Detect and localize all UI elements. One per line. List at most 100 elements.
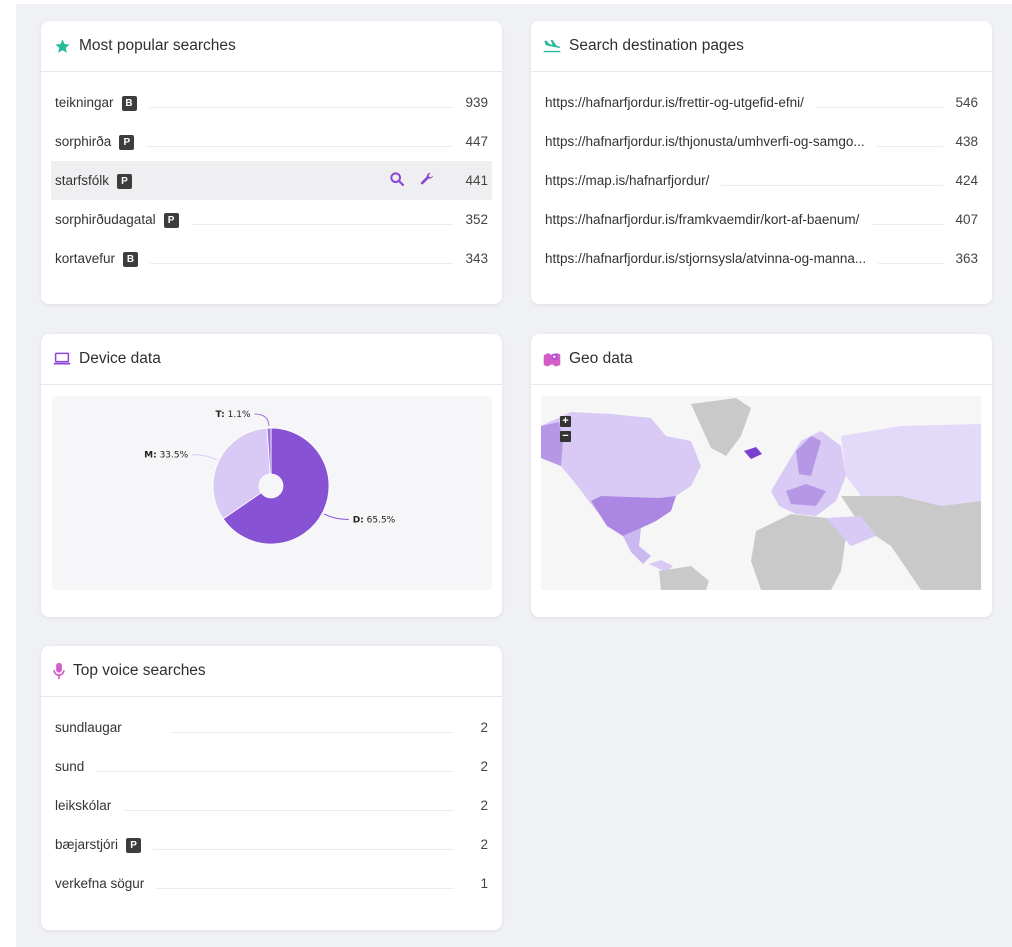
geo-data-card: Geo data + − xyxy=(531,334,992,617)
search-term: starfsfólk xyxy=(55,172,110,188)
world-map-svg xyxy=(541,396,981,590)
voice-term: sund xyxy=(55,759,85,774)
leader-line xyxy=(146,145,454,147)
leader-line xyxy=(148,106,454,108)
leader-line xyxy=(169,731,454,733)
pie-label: D: 65.5% xyxy=(353,516,396,526)
pie-label: T: 1.1% xyxy=(216,410,251,420)
pie-leader-line xyxy=(254,413,270,427)
leader-line xyxy=(721,184,944,186)
destination-count: 407 xyxy=(955,212,978,227)
type-badge: B xyxy=(123,251,139,267)
search-term: teikningar xyxy=(55,94,114,110)
search-icon[interactable] xyxy=(389,171,405,190)
wrench-icon[interactable] xyxy=(419,171,435,190)
leader-line xyxy=(156,887,454,889)
list-item[interactable]: sorphirða P 447 xyxy=(55,122,488,161)
card-header: Device data xyxy=(41,334,502,385)
card-title: Most popular searches xyxy=(79,37,236,54)
voice-count: 2 xyxy=(480,759,488,774)
geo-map[interactable]: + − xyxy=(541,396,981,590)
list-item[interactable]: https://map.is/hafnarfjordur/ 424 xyxy=(545,161,978,200)
zoom-out-button[interactable]: − xyxy=(560,431,571,442)
voice-term: verkefna sögur xyxy=(55,876,145,891)
destination-count: 546 xyxy=(955,95,978,110)
search-count: 939 xyxy=(465,95,488,110)
popular-searches-card: Most popular searches teikningar B 939 so… xyxy=(41,21,502,304)
card-title: Search destination pages xyxy=(569,37,744,54)
leader-line xyxy=(871,223,944,225)
type-badge: P xyxy=(126,837,142,853)
list-item[interactable]: bæjarstjóri P 2 xyxy=(55,825,488,864)
destination-pages-card: Search destination pages https://hafnarf… xyxy=(531,21,992,304)
destination-count: 363 xyxy=(955,251,978,266)
type-badge: B xyxy=(121,95,137,111)
list-item[interactable]: https://hafnarfjordur.is/stjornsysla/atv… xyxy=(545,239,978,278)
card-header: Search destination pages xyxy=(531,21,992,72)
list-item[interactable]: https://hafnarfjordur.is/thjonusta/umhve… xyxy=(545,122,978,161)
list-item[interactable]: sundlaugar 2 xyxy=(55,708,488,747)
destination-url[interactable]: https://map.is/hafnarfjordur/ xyxy=(545,173,717,188)
voice-term: sundlaugar xyxy=(55,720,122,735)
voice-term: leikskólar xyxy=(55,798,112,813)
card-header: Most popular searches xyxy=(41,21,502,72)
voice-term: bæjarstjóri xyxy=(55,836,119,852)
card-header: Top voice searches xyxy=(41,646,502,697)
leader-line xyxy=(150,262,454,264)
list-item[interactable]: verkefna sögur 1 xyxy=(55,864,488,903)
card-title: Geo data xyxy=(569,350,633,367)
list-item[interactable]: https://hafnarfjordur.is/frettir-og-utge… xyxy=(545,83,978,122)
card-header: Geo data xyxy=(531,334,992,385)
card-title: Top voice searches xyxy=(73,662,206,679)
zoom-in-button[interactable]: + xyxy=(560,416,571,427)
list-item[interactable]: leikskólar 2 xyxy=(55,786,488,825)
search-count: 447 xyxy=(465,134,488,149)
type-badge: P xyxy=(117,173,133,189)
search-count: 441 xyxy=(465,173,488,188)
destination-count: 424 xyxy=(955,173,978,188)
list-item[interactable]: sund 2 xyxy=(55,747,488,786)
pie-label: M: 33.5% xyxy=(144,451,188,461)
search-term: sorphirðudagatal xyxy=(55,211,156,227)
search-count: 352 xyxy=(465,212,488,227)
destination-url[interactable]: https://hafnarfjordur.is/frettir-og-utge… xyxy=(545,95,812,110)
type-badge: P xyxy=(119,134,135,150)
leader-line xyxy=(123,809,454,811)
voice-count: 2 xyxy=(480,720,488,735)
region-russia[interactable] xyxy=(841,424,981,506)
device-data-card: Device data D: 65.5% M: 33.5% T: 1.1% xyxy=(41,334,502,617)
leader-line xyxy=(190,223,454,225)
map-icon xyxy=(543,350,561,368)
voice-searches-card: Top voice searches sundlaugar 2 sund 2 l… xyxy=(41,646,502,930)
voice-count: 1 xyxy=(480,876,488,891)
search-count: 343 xyxy=(465,251,488,266)
leader-line xyxy=(876,145,944,147)
card-title: Device data xyxy=(79,350,161,367)
leader-line xyxy=(96,770,454,772)
list-item[interactable]: kortavefur B 343 xyxy=(55,239,488,278)
leader-line xyxy=(153,848,454,850)
pie-leader-line xyxy=(192,454,218,461)
destination-url[interactable]: https://hafnarfjordur.is/stjornsysla/atv… xyxy=(545,251,874,266)
destination-url[interactable]: https://hafnarfjordur.is/thjonusta/umhve… xyxy=(545,134,873,149)
list-item[interactable]: teikningar B 939 xyxy=(55,83,488,122)
pie-leader-line xyxy=(323,513,349,521)
list-item[interactable]: sorphirðudagatal P 352 xyxy=(55,200,488,239)
type-badge: P xyxy=(163,212,179,228)
destination-count: 438 xyxy=(955,134,978,149)
dashboard-canvas: Most popular searches teikningar B 939 so… xyxy=(16,4,1012,947)
destination-url[interactable]: https://hafnarfjordur.is/framkvaemdir/ko… xyxy=(545,212,867,227)
voice-count: 2 xyxy=(480,837,488,852)
leader-line xyxy=(878,262,944,264)
search-term: kortavefur xyxy=(55,250,116,266)
device-pie-chart: D: 65.5% M: 33.5% T: 1.1% xyxy=(52,396,492,590)
list-item-hovered[interactable]: starfsfólk P 441 xyxy=(51,161,492,200)
plane-landing-icon xyxy=(543,37,561,55)
laptop-icon xyxy=(53,350,71,368)
search-term: sorphirða xyxy=(55,133,112,149)
star-icon xyxy=(53,37,71,55)
voice-count: 2 xyxy=(480,798,488,813)
microphone-icon xyxy=(53,662,65,680)
list-item[interactable]: https://hafnarfjordur.is/framkvaemdir/ko… xyxy=(545,200,978,239)
pie-chart-svg: D: 65.5% M: 33.5% T: 1.1% xyxy=(144,410,396,545)
